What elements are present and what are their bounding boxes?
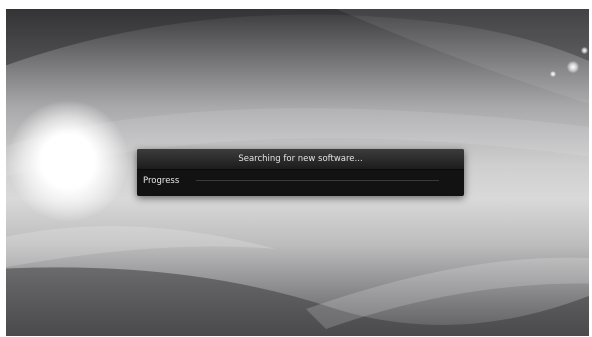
light-glow (8, 101, 128, 221)
swirl-upper-right (336, 9, 589, 104)
swirl-lower-left (6, 226, 276, 268)
dialog-title: Searching for new software... (137, 149, 464, 170)
sparkle-icon (550, 71, 556, 77)
progress-label: Progress (143, 176, 180, 186)
sparkle-icon (581, 47, 588, 54)
tv-screen-background: Searching for new software... Progress (6, 9, 589, 336)
sparkle-icon (567, 61, 579, 73)
software-search-dialog: Searching for new software... Progress (137, 149, 464, 196)
progress-bar (196, 180, 439, 181)
